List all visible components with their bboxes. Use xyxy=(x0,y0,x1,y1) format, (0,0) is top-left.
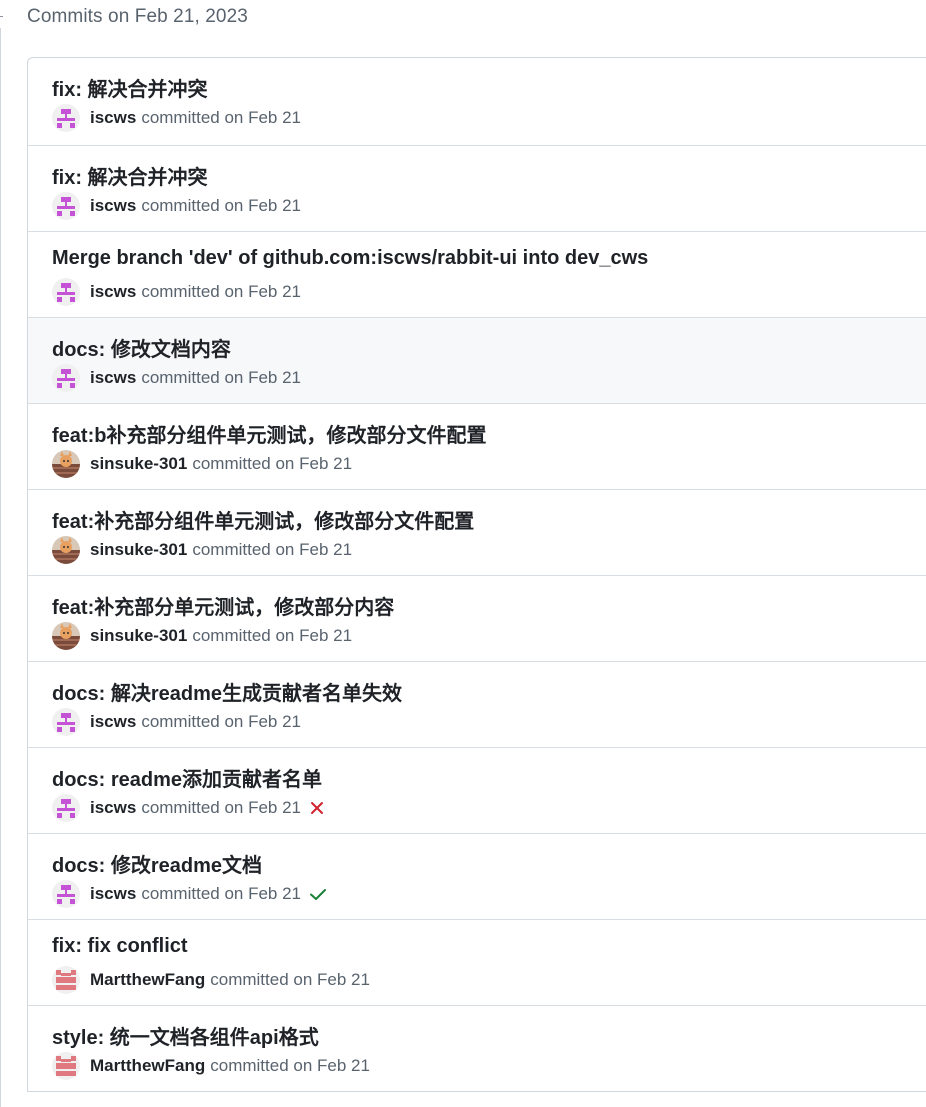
commit-meta: sinsuke-301 committed on Feb 21 xyxy=(52,536,352,564)
commit-date-text: committed on Feb 21 xyxy=(192,626,353,645)
author-avatar[interactable] xyxy=(52,708,80,736)
commit-date-text: committed on Feb 21 xyxy=(210,1056,370,1075)
commit-title-link[interactable]: fix: fix conflict xyxy=(52,935,188,958)
commit-title-link[interactable]: style: 统一文档各组件api格式 xyxy=(52,1021,319,1050)
commit-title-link[interactable]: feat:补充部分单元测试，修改部分内容 xyxy=(52,591,394,620)
commit-title-link[interactable]: docs: 修改文档内容 xyxy=(52,333,231,362)
commit-title-link[interactable]: feat:b补充部分组件单元测试，修改部分文件配置 xyxy=(52,419,486,448)
commit-date-text: committed on Feb 21 xyxy=(141,196,302,215)
commit-meta: iscws committed on Feb 21 xyxy=(52,104,301,132)
author-link[interactable]: iscws xyxy=(90,368,136,388)
commit-row[interactable]: fix: 解决合并冲突 iscws committed on Feb 21 xyxy=(28,145,926,231)
commit-group-header: Commits on Feb 21, 2023 xyxy=(27,6,248,27)
commit-meta: sinsuke-301 committed on Feb 21 xyxy=(52,450,352,478)
author-avatar[interactable] xyxy=(52,966,80,994)
author-avatar[interactable] xyxy=(52,880,80,908)
commit-date-text: committed on Feb 21 xyxy=(192,540,353,559)
commit-date-text: committed on Feb 21 xyxy=(141,282,302,301)
author-link[interactable]: sinsuke-301 xyxy=(90,540,187,560)
commit-row[interactable]: docs: 解决readme生成贡献者名单失效 iscws committed on… xyxy=(28,661,926,747)
commit-row[interactable]: docs: readme添加贡献者名单 iscws committed on Feb… xyxy=(28,747,926,833)
author-avatar[interactable] xyxy=(52,794,80,822)
commit-title-link[interactable]: feat:补充部分组件单元测试，修改部分文件配置 xyxy=(52,505,474,534)
commit-meta: iscws committed on Feb 21 xyxy=(52,192,301,220)
commit-title-link[interactable]: docs: 解决readme生成贡献者名单失效 xyxy=(52,677,402,706)
author-avatar[interactable] xyxy=(52,622,80,650)
author-link[interactable]: iscws xyxy=(90,108,136,128)
commit-date-text: committed on Feb 21 xyxy=(141,108,302,127)
commit-meta: iscws committed on Feb 21 xyxy=(52,364,301,392)
author-link[interactable]: iscws xyxy=(90,712,136,732)
author-link[interactable]: iscws xyxy=(90,196,136,216)
author-avatar[interactable] xyxy=(52,278,80,306)
commit-title-link[interactable]: docs: readme添加贡献者名单 xyxy=(52,763,322,792)
commit-title-link[interactable]: fix: 解决合并冲突 xyxy=(52,161,208,190)
commit-meta: iscws committed on Feb 21 xyxy=(52,794,325,822)
author-link[interactable]: iscws xyxy=(90,884,136,904)
x-icon[interactable] xyxy=(309,800,325,816)
commit-row[interactable]: fix: 解决合并冲突 iscws committed on Feb 21 xyxy=(28,58,926,145)
commit-list: fix: 解决合并冲突 iscws committed on Feb 21 fix: … xyxy=(27,57,926,1092)
commit-date-text: committed on Feb 21 xyxy=(141,798,302,817)
author-avatar[interactable] xyxy=(52,1052,80,1080)
commit-date-text: committed on Feb 21 xyxy=(141,368,302,387)
author-avatar[interactable] xyxy=(52,104,80,132)
commit-meta: iscws committed on Feb 21 xyxy=(52,880,327,908)
commit-row[interactable]: docs: 修改文档内容 iscws committed on Feb 21 xyxy=(28,317,926,403)
timeline-marker xyxy=(0,16,3,17)
author-link[interactable]: iscws xyxy=(90,282,136,302)
commit-row[interactable]: fix: fix conflict MartthewFang committed o… xyxy=(28,919,926,1005)
commit-row[interactable]: feat:补充部分组件单元测试，修改部分文件配置 sinsuke-301 commi… xyxy=(28,489,926,575)
commit-row[interactable]: style: 统一文档各组件api格式 MartthewFang committed… xyxy=(28,1005,926,1091)
commit-date-text: committed on Feb 21 xyxy=(210,970,370,989)
commit-row[interactable]: feat:补充部分单元测试，修改部分内容 sinsuke-301 committed… xyxy=(28,575,926,661)
commit-date-text: committed on Feb 21 xyxy=(141,712,302,731)
commit-title-link[interactable]: fix: 解决合并冲突 xyxy=(52,73,208,102)
commit-meta: iscws committed on Feb 21 xyxy=(52,278,301,306)
commit-meta: sinsuke-301 committed on Feb 21 xyxy=(52,622,352,650)
author-link[interactable]: MartthewFang xyxy=(90,970,205,990)
commit-meta: MartthewFang committed on Feb 21 xyxy=(52,966,370,994)
author-link[interactable]: iscws xyxy=(90,798,136,818)
author-avatar[interactable] xyxy=(52,536,80,564)
author-avatar[interactable] xyxy=(52,364,80,392)
commit-meta: MartthewFang committed on Feb 21 xyxy=(52,1052,370,1080)
author-link[interactable]: MartthewFang xyxy=(90,1056,205,1076)
author-link[interactable]: sinsuke-301 xyxy=(90,626,187,646)
commit-date-text: committed on Feb 21 xyxy=(141,884,302,903)
commit-date-text: committed on Feb 21 xyxy=(192,454,353,473)
commit-row[interactable]: Merge branch 'dev' of github.com:iscws/r… xyxy=(28,231,926,317)
check-icon[interactable] xyxy=(309,886,327,902)
author-avatar[interactable] xyxy=(52,192,80,220)
commit-row[interactable]: feat:b补充部分组件单元测试，修改部分文件配置 sinsuke-301 comm… xyxy=(28,403,926,489)
timeline-line xyxy=(0,28,1,1107)
commit-meta: iscws committed on Feb 21 xyxy=(52,708,301,736)
commit-title-link[interactable]: Merge branch 'dev' of github.com:iscws/r… xyxy=(52,247,648,270)
commit-title-link[interactable]: docs: 修改readme文档 xyxy=(52,849,262,878)
author-link[interactable]: sinsuke-301 xyxy=(90,454,187,474)
author-avatar[interactable] xyxy=(52,450,80,478)
commit-row[interactable]: docs: 修改readme文档 iscws committed on Feb 21 xyxy=(28,833,926,919)
